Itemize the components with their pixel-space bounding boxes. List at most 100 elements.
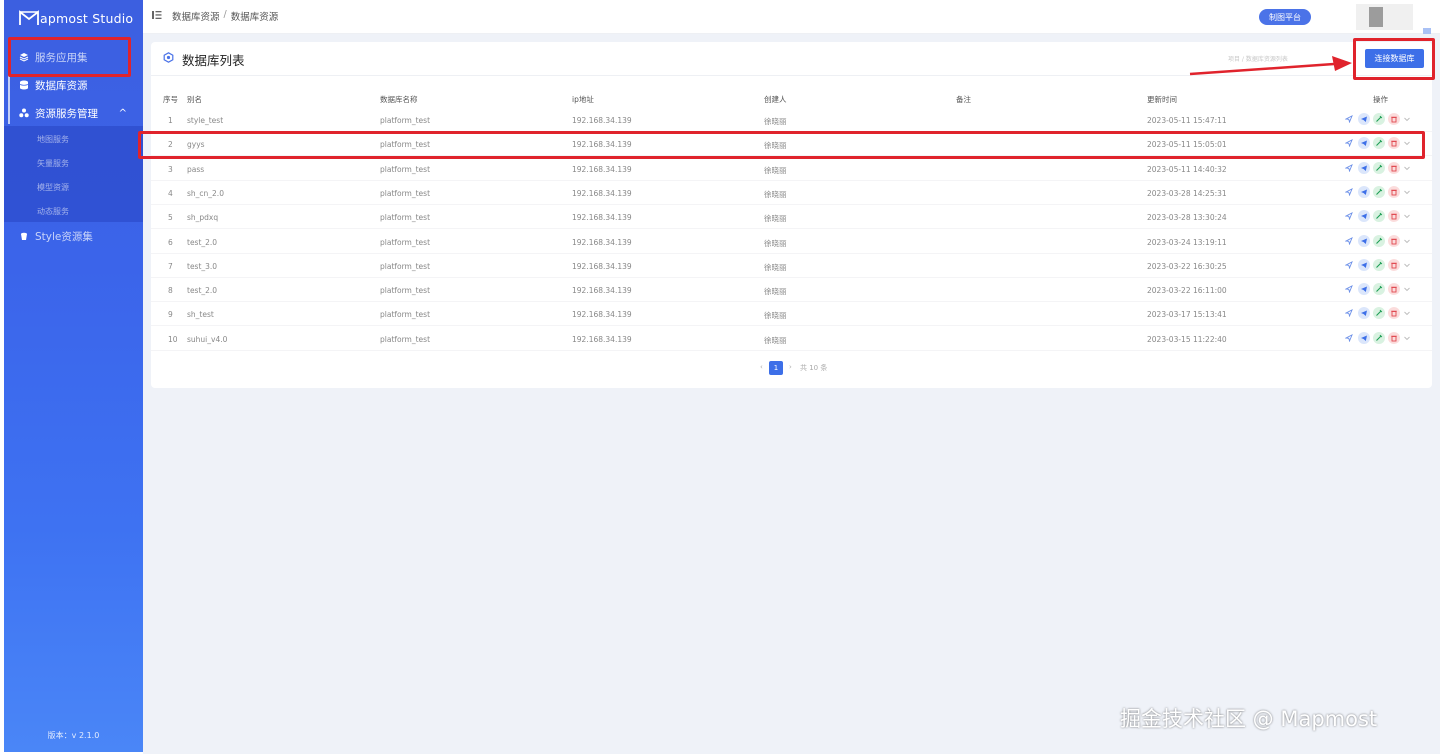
chevron-down-icon[interactable] (1403, 113, 1411, 125)
delete-icon[interactable] (1388, 161, 1400, 174)
sidebar-item-style-resources[interactable]: Style资源集 (4, 224, 143, 248)
send-icon[interactable] (1343, 162, 1355, 174)
table-row[interactable]: 10 suhui_v4.0 platform_test 192.168.34.139 徐… (151, 327, 1432, 351)
chevron-down-icon[interactable] (1403, 210, 1411, 222)
watermark: 掘金技术社区 @ Mapmost (1120, 707, 1378, 731)
highlight-connect-button (1353, 38, 1435, 80)
cell-updated: 2023-05-11 15:47:11 (1147, 116, 1227, 125)
table-row[interactable]: 3 pass platform_test 192.168.34.139 徐晓丽 2023-… (151, 157, 1432, 181)
edit-icon[interactable] (1373, 161, 1385, 174)
send-icon[interactable] (1343, 283, 1355, 295)
delete-icon[interactable] (1388, 234, 1400, 247)
send-icon[interactable] (1343, 186, 1355, 198)
edit-icon[interactable] (1373, 185, 1385, 198)
breadcrumb-separator: / (223, 9, 227, 20)
user-area[interactable] (1356, 4, 1413, 30)
cell-idx: 8 (168, 286, 173, 296)
delete-icon[interactable] (1388, 307, 1400, 320)
table-row[interactable]: 4 sh_cn_2.0 platform_test 192.168.34.139 徐晓丽… (151, 181, 1432, 205)
cell-db: platform_test (380, 237, 431, 247)
telegram-icon[interactable] (1358, 258, 1370, 271)
chevron-down-icon[interactable] (1403, 235, 1411, 247)
chevron-down-icon[interactable] (1403, 186, 1411, 198)
pagination-page-1[interactable]: 1 (769, 361, 783, 375)
menu-fold-icon[interactable] (152, 10, 162, 20)
edit-icon[interactable] (1373, 210, 1385, 223)
cell-updated: 2023-03-22 16:30:25 (1147, 261, 1227, 271)
telegram-icon[interactable] (1358, 161, 1370, 174)
chevron-down-icon[interactable] (1403, 283, 1411, 295)
table-row[interactable]: 9 sh_test platform_test 192.168.34.139 徐晓丽 20… (151, 302, 1432, 327)
column-header: ip地址 (572, 95, 594, 104)
delete-icon[interactable] (1388, 210, 1400, 223)
edit-icon[interactable] (1373, 331, 1385, 344)
cell-db: platform_test (380, 261, 431, 271)
delete-icon[interactable] (1388, 258, 1400, 271)
telegram-icon[interactable] (1358, 185, 1370, 198)
cell-alias: sh_cn_2.0 (187, 188, 224, 198)
delete-icon[interactable] (1388, 331, 1400, 344)
top-header: 数据库资源 / 数据库资源 制图平台 (143, 0, 1440, 40)
cell-alias: sh_pdxq (187, 213, 219, 223)
cell-updated: 2023-05-11 14:40:32 (1147, 164, 1227, 174)
telegram-icon[interactable] (1358, 283, 1370, 296)
chevron-down-icon[interactable] (1403, 162, 1411, 174)
send-icon[interactable] (1343, 235, 1355, 247)
delete-icon[interactable] (1388, 113, 1400, 125)
database-icon (19, 80, 29, 90)
cell-alias: test_2.0 (187, 286, 218, 296)
cell-idx: 3 (168, 164, 173, 174)
cell-db: platform_test (380, 164, 431, 174)
telegram-icon[interactable] (1358, 331, 1370, 344)
sidebar-item-resource-service-mgmt[interactable]: 资源服务管理 ^ (4, 101, 143, 125)
sidebar-item-label: Style资源集 (35, 230, 93, 243)
table-row[interactable]: 1 style_test platform_test 192.168.34.139 徐晓… (151, 108, 1432, 132)
telegram-icon[interactable] (1358, 210, 1370, 223)
delete-icon[interactable] (1388, 283, 1400, 296)
send-icon[interactable] (1343, 113, 1355, 125)
send-icon[interactable] (1343, 210, 1355, 222)
app-logo[interactable]: apmost Studio (19, 6, 133, 30)
table-row[interactable]: 8 test_2.0 platform_test 192.168.34.139 徐晓丽 2… (151, 278, 1432, 303)
pagination-prev-button[interactable]: ‹ (760, 363, 763, 371)
cell-creator: 徐晓丽 (764, 189, 787, 199)
telegram-icon[interactable] (1358, 234, 1370, 247)
delete-icon[interactable] (1388, 185, 1400, 198)
telegram-icon[interactable] (1358, 113, 1370, 125)
send-icon[interactable] (1343, 332, 1355, 344)
edit-icon[interactable] (1373, 234, 1385, 247)
mapping-platform-button[interactable]: 制图平台 (1259, 9, 1311, 25)
cell-updated: 2023-03-24 13:19:11 (1147, 237, 1227, 247)
send-icon[interactable] (1343, 259, 1355, 271)
app-version: 版本：v 2.1.0 (47, 731, 100, 740)
avatar[interactable] (1369, 7, 1383, 27)
edit-icon[interactable] (1373, 113, 1385, 125)
edit-icon[interactable] (1373, 283, 1385, 296)
submenu-item-model-resources[interactable]: 模型资源 (37, 182, 69, 193)
send-icon[interactable] (1343, 307, 1355, 319)
column-header: 别名 (187, 95, 202, 104)
chevron-down-icon[interactable] (1403, 307, 1411, 319)
submenu-item-dynamic-service[interactable]: 动态服务 (37, 206, 69, 217)
edit-icon[interactable] (1373, 258, 1385, 271)
telegram-icon[interactable] (1358, 307, 1370, 320)
cell-creator: 徐晓丽 (764, 311, 787, 321)
submenu-item-vector-service[interactable]: 矢量服务 (37, 158, 69, 169)
pagination-next-button[interactable]: › (789, 363, 792, 371)
table-row[interactable]: 6 test_2.0 platform_test 192.168.34.139 徐晓丽 2… (151, 230, 1432, 254)
breadcrumb-item[interactable]: 数据库资源 (172, 9, 220, 23)
cell-creator: 徐晓丽 (764, 165, 787, 175)
chevron-up-icon: ^ (118, 107, 127, 119)
cell-idx: 5 (168, 213, 173, 223)
row-actions (1343, 210, 1411, 223)
cell-updated: 2023-03-17 15:13:41 (1147, 310, 1227, 320)
cell-updated: 2023-03-15 11:22:40 (1147, 334, 1227, 344)
chevron-down-icon[interactable] (1403, 259, 1411, 271)
cell-idx: 10 (168, 334, 178, 344)
edit-icon[interactable] (1373, 307, 1385, 320)
table-row[interactable]: 7 test_3.0 platform_test 192.168.34.139 徐晓丽 2… (151, 254, 1432, 278)
row-actions (1343, 331, 1411, 344)
chevron-down-icon[interactable] (1403, 332, 1411, 344)
table-row[interactable]: 5 sh_pdxq platform_test 192.168.34.139 徐晓丽 20… (151, 205, 1432, 230)
submenu-item-map-service[interactable]: 地图服务 (37, 134, 69, 145)
